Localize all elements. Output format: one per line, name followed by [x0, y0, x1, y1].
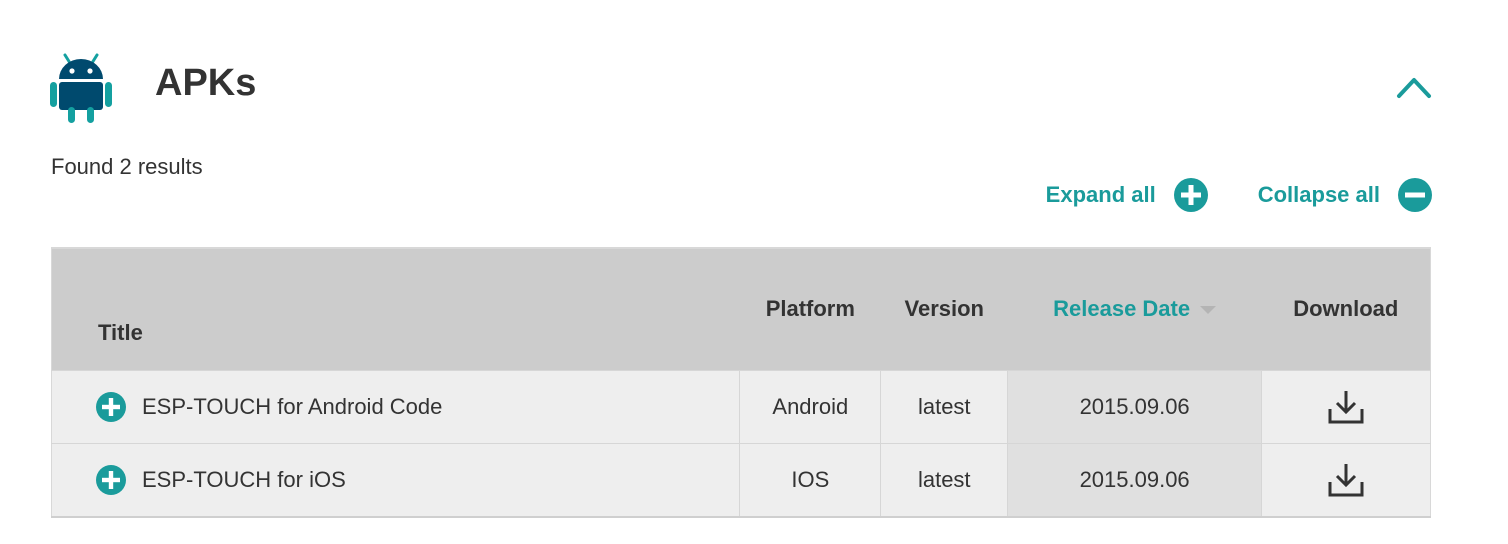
table-row: ESP-TOUCH for Android Code Android lates…	[51, 370, 1431, 444]
platform-cell: Android	[739, 370, 882, 444]
release-date-cell: 2015.09.06	[1007, 443, 1263, 517]
table-row: ESP-TOUCH for iOS IOS latest 2015.09.06	[51, 443, 1431, 517]
result-count: Found 2 results	[51, 154, 203, 179]
download-cell	[1261, 443, 1431, 517]
expand-row-icon[interactable]	[96, 392, 126, 422]
section-title: APKs	[155, 62, 257, 104]
version-cell: latest	[880, 370, 1009, 444]
android-icon	[50, 53, 112, 123]
release-date-label: Release Date	[1053, 295, 1191, 321]
platform-cell: IOS	[739, 443, 882, 517]
plus-circle-icon	[1173, 178, 1208, 212]
expand-collapse-bar: Expand all Collapse all	[1046, 178, 1432, 212]
collapse-all-button[interactable]: Collapse all	[1258, 178, 1432, 212]
table-header-row: Title Platform Version Release Date Down…	[51, 248, 1431, 371]
column-header-platform[interactable]: Platform	[739, 248, 881, 371]
row-title[interactable]: ESP-TOUCH for iOS	[142, 467, 346, 493]
apk-section: APKs Found 2 results Expand all Collapse…	[0, 0, 1508, 544]
download-cell	[1261, 370, 1431, 444]
expand-all-button[interactable]: Expand all	[1046, 178, 1208, 212]
column-header-release-date[interactable]: Release Date	[1007, 248, 1262, 371]
chevron-up-icon[interactable]	[1396, 74, 1432, 100]
sort-desc-icon	[1200, 305, 1217, 314]
column-header-version[interactable]: Version	[880, 248, 1008, 371]
expand-all-label: Expand all	[1045, 182, 1156, 207]
column-header-title[interactable]: Title	[51, 248, 740, 371]
version-cell: latest	[880, 443, 1009, 517]
section-header: APKs	[50, 50, 1432, 126]
expand-row-icon[interactable]	[96, 465, 126, 495]
title-cell: ESP-TOUCH for iOS	[51, 443, 741, 517]
release-date-cell: 2015.09.06	[1007, 370, 1263, 444]
download-icon[interactable]	[1327, 389, 1365, 425]
download-icon[interactable]	[1327, 462, 1365, 498]
title-cell: ESP-TOUCH for Android Code	[51, 370, 741, 444]
minus-circle-icon	[1398, 178, 1432, 212]
apk-table: Title Platform Version Release Date Down…	[51, 247, 1431, 518]
row-title[interactable]: ESP-TOUCH for Android Code	[142, 394, 442, 420]
collapse-all-label: Collapse all	[1257, 182, 1380, 207]
column-header-download: Download	[1261, 248, 1431, 371]
